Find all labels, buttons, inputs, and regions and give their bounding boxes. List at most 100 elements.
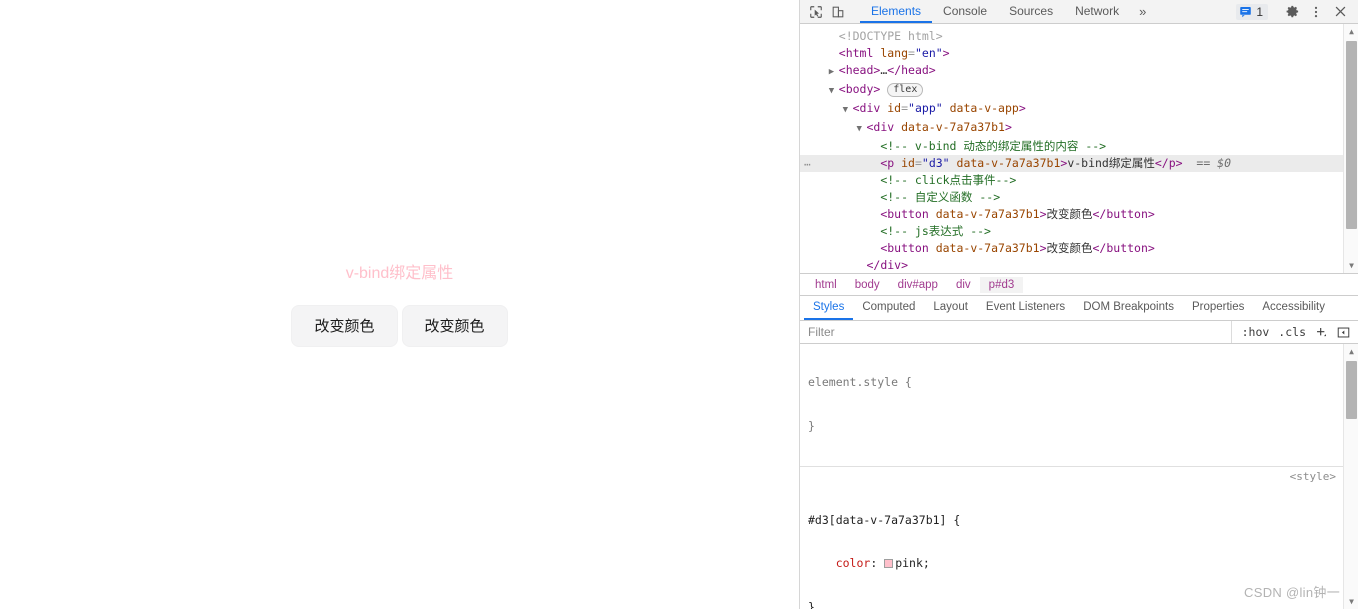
close-icon[interactable] (1328, 1, 1352, 23)
dom-token: id (894, 156, 915, 170)
sidebar-tab-accessibility[interactable]: Accessibility (1253, 296, 1334, 320)
sidebar-tab-layout[interactable]: Layout (924, 296, 977, 320)
dom-tree-row[interactable]: </div> (800, 257, 1343, 273)
inspect-element-icon[interactable] (805, 1, 827, 23)
tab-sources[interactable]: Sources (998, 0, 1064, 23)
collapse-arrow-icon[interactable]: ▼ (843, 102, 853, 119)
more-options-icon[interactable] (1304, 1, 1328, 23)
dom-token: = (901, 101, 908, 115)
dom-token: 改变颜色 (1047, 241, 1093, 255)
declaration-value: pink (895, 556, 923, 570)
change-color-button-1[interactable]: 改变颜色 (291, 305, 397, 347)
dom-scroll-thumb[interactable] (1346, 41, 1357, 229)
dom-tree-row[interactable]: ▼<body> flex (800, 81, 1343, 100)
dom-token: > (1040, 241, 1047, 255)
page-viewport: v-bind绑定属性 改变颜色 改变颜色 (0, 0, 800, 609)
indent-spacer (808, 173, 870, 187)
hov-toggle[interactable]: :hov (1242, 325, 1270, 339)
declaration-color[interactable]: color: pink; (808, 556, 1337, 571)
change-color-button-2[interactable]: 改变颜色 (402, 305, 508, 347)
filter-input[interactable] (800, 324, 1231, 340)
dom-tree-row[interactable]: <!-- js表达式 --> (800, 223, 1343, 240)
indent-spacer (808, 139, 870, 153)
toolbar-left-icons (800, 0, 860, 23)
dom-tree-row[interactable]: ▼<div data-v-7a7a37b1> (800, 119, 1343, 138)
dom-token: data-v-app (943, 101, 1019, 115)
collapse-arrow-icon[interactable]: ▼ (856, 121, 866, 138)
dom-token: <html (839, 46, 874, 60)
indent-spacer (808, 190, 870, 204)
sidebar-tab-strip: StylesComputedLayoutEvent ListenersDOM B… (800, 296, 1358, 321)
color-swatch[interactable] (884, 559, 893, 568)
sidebar-tab-styles[interactable]: Styles (804, 296, 853, 320)
tab-console[interactable]: Console (932, 0, 998, 23)
page-heading-text: v-bind绑定属性 (0, 264, 799, 283)
page-button-row: 改变颜色 改变颜色 (0, 305, 799, 347)
dom-token: 改变颜色 (1047, 207, 1093, 221)
scroll-down-arrow-icon[interactable]: ▼ (1344, 594, 1358, 609)
breadcrumb-item-div-app[interactable]: div#app (889, 277, 947, 293)
tab-elements[interactable]: Elements (860, 0, 932, 23)
sidebar-tab-event-listeners[interactable]: Event Listeners (977, 296, 1074, 320)
dom-tree-pane[interactable]: <!DOCTYPE html> <html lang="en"> ▶<head>… (800, 24, 1358, 274)
dom-tree-row[interactable]: <!DOCTYPE html> (800, 28, 1343, 45)
indent-spacer (808, 101, 843, 115)
gear-icon[interactable] (1280, 1, 1304, 23)
dom-token: <!-- click点击事件--> (880, 173, 1016, 187)
styles-scrollbar[interactable]: ▲ ▼ (1343, 344, 1358, 609)
styles-scroll-thumb[interactable] (1346, 361, 1357, 419)
console-message-badge[interactable]: 1 (1236, 4, 1268, 20)
devtools-tab-strip: Elements Console Sources Network » (860, 0, 1155, 23)
dom-tree-row[interactable]: <!-- click点击事件--> (800, 172, 1343, 189)
dom-token: data-v-7a7a37b1 (929, 241, 1040, 255)
rule-origin-link[interactable]: <style> (1290, 470, 1336, 485)
node-options-icon[interactable]: ⋯ (804, 156, 812, 173)
devtools-screenshot: v-bind绑定属性 改变颜色 改变颜色 (0, 0, 1358, 609)
dom-tree-row[interactable]: <!-- 自定义函数 --> (800, 189, 1343, 206)
dom-tree-row[interactable]: <button data-v-7a7a37b1>改变颜色</button> (800, 240, 1343, 257)
sidebar-tab-properties[interactable]: Properties (1183, 296, 1253, 320)
styles-pane[interactable]: element.style { } <style> #d3[data-v-7a7… (800, 344, 1358, 609)
tab-network[interactable]: Network (1064, 0, 1130, 23)
dom-token: > (1019, 101, 1026, 115)
indent-spacer (808, 120, 856, 134)
dom-tree-row[interactable]: <button data-v-7a7a37b1>改变颜色</button> (800, 206, 1343, 223)
dom-tree-row[interactable]: ▶<head>…</head> (800, 62, 1343, 81)
dom-token: </head> (887, 63, 935, 77)
dom-tree-scrollbar[interactable]: ▲ ▼ (1343, 24, 1358, 273)
breadcrumb-item-p-d3[interactable]: p#d3 (980, 277, 1024, 293)
style-rule-d3[interactable]: <style> #d3[data-v-7a7a37b1] { color: pi… (800, 467, 1343, 609)
breadcrumb-item-div[interactable]: div (947, 277, 980, 293)
scroll-up-arrow-icon[interactable]: ▲ (1344, 344, 1358, 359)
dom-tree-row[interactable]: <html lang="en"> (800, 45, 1343, 62)
more-tabs-chevron-icon[interactable]: » (1130, 0, 1155, 23)
new-style-rule-icon[interactable] (1315, 326, 1328, 339)
dom-tree-lines: <!DOCTYPE html> <html lang="en"> ▶<head>… (800, 24, 1343, 273)
indent-spacer (808, 82, 829, 96)
cls-toggle[interactable]: .cls (1278, 325, 1306, 339)
breadcrumb-item-body[interactable]: body (846, 277, 889, 293)
dom-token: <!DOCTYPE html> (839, 29, 943, 43)
dom-token: id (880, 101, 901, 115)
dom-token: </button> (1093, 241, 1155, 255)
dom-token: "d3" (922, 156, 950, 170)
dom-token: lang (873, 46, 908, 60)
device-toolbar-icon[interactable] (827, 1, 849, 23)
flex-badge[interactable]: flex (887, 83, 923, 97)
scroll-down-arrow-icon[interactable]: ▼ (1344, 258, 1358, 273)
dom-token: </button> (1093, 207, 1155, 221)
declaration-property: color (836, 556, 871, 570)
breadcrumb-item-html[interactable]: html (806, 277, 846, 293)
collapse-arrow-icon[interactable]: ▼ (829, 83, 839, 100)
sidebar-tab-computed[interactable]: Computed (853, 296, 924, 320)
expand-arrow-icon[interactable]: ▶ (829, 64, 839, 81)
scroll-up-arrow-icon[interactable]: ▲ (1344, 24, 1358, 39)
dom-token: </p> (1155, 156, 1183, 170)
toggle-sidebar-icon[interactable] (1337, 326, 1350, 339)
dom-tree-row[interactable]: ▼<div id="app" data-v-app> (800, 100, 1343, 119)
dom-tree-row[interactable]: ⋯ <p id="d3" data-v-7a7a37b1>v-bind绑定属性<… (800, 155, 1343, 172)
indent-spacer (808, 29, 829, 43)
sidebar-tab-dom-breakpoints[interactable]: DOM Breakpoints (1074, 296, 1183, 320)
style-rule-element-style[interactable]: element.style { } (800, 344, 1343, 467)
dom-tree-row[interactable]: <!-- v-bind 动态的绑定属性的内容 --> (800, 138, 1343, 155)
